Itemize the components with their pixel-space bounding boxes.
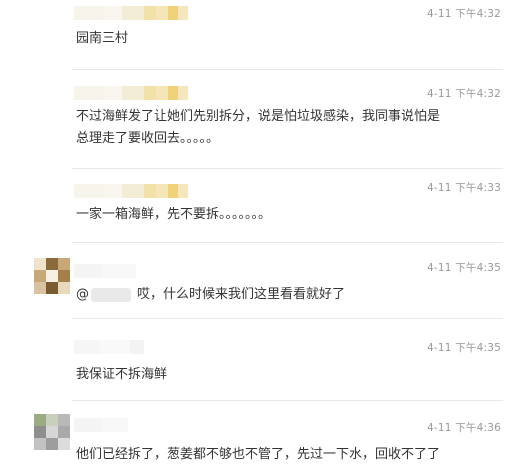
comment-divider bbox=[72, 318, 503, 319]
comment-timestamp: 4-11 下午4:33 bbox=[427, 182, 501, 194]
username-blurred[interactable] bbox=[74, 418, 128, 432]
comment-text: 园南三村 bbox=[76, 31, 129, 46]
comment-text-content: 哎，什么时候来我们这里看看就好了 bbox=[137, 287, 346, 302]
comment-timestamp: 4-11 下午4:32 bbox=[427, 8, 501, 20]
comment-timestamp: 4-11 下午4:32 bbox=[427, 88, 501, 100]
comment-timestamp: 4-11 下午4:36 bbox=[427, 422, 501, 434]
mention-user-blurred[interactable] bbox=[91, 287, 131, 302]
username-blurred[interactable] bbox=[74, 264, 136, 278]
comment-text: 他们已经拆了，葱姜都不够也不管了，先过一下水，回收不了了 bbox=[76, 447, 441, 462]
comment-timestamp: 4-11 下午4:35 bbox=[427, 262, 501, 274]
username-blurred[interactable] bbox=[74, 184, 188, 198]
comment-divider bbox=[72, 242, 503, 243]
comment-text: @ 哎，什么时候来我们这里看看就好了 bbox=[76, 284, 345, 305]
comment-text-line: 总理走了要收回去。。。。。 bbox=[76, 131, 220, 146]
comment-divider bbox=[72, 400, 503, 401]
comment-text: 我保证不拆海鲜 bbox=[76, 367, 168, 382]
user-avatar[interactable] bbox=[34, 258, 70, 294]
comment-divider bbox=[72, 69, 503, 70]
username-blurred[interactable] bbox=[74, 6, 188, 20]
comment-text-line: 不过海鲜发了让她们先别拆分，说是怕垃圾感染，我同事说怕是 bbox=[76, 109, 441, 124]
comment-divider bbox=[72, 168, 503, 169]
comment-timestamp: 4-11 下午4:35 bbox=[427, 342, 501, 354]
username-blurred[interactable] bbox=[74, 340, 144, 354]
comment-text: 一家一箱海鲜，先不要拆。。。。。。。 bbox=[76, 207, 272, 222]
mention-at-sign: @ bbox=[76, 287, 89, 302]
user-avatar[interactable] bbox=[34, 414, 70, 450]
username-blurred[interactable] bbox=[74, 86, 188, 100]
comment-feed: 4-11 下午4:32 园南三村 4-11 下午4:32 不过海鲜发了让她们先别… bbox=[0, 0, 517, 471]
